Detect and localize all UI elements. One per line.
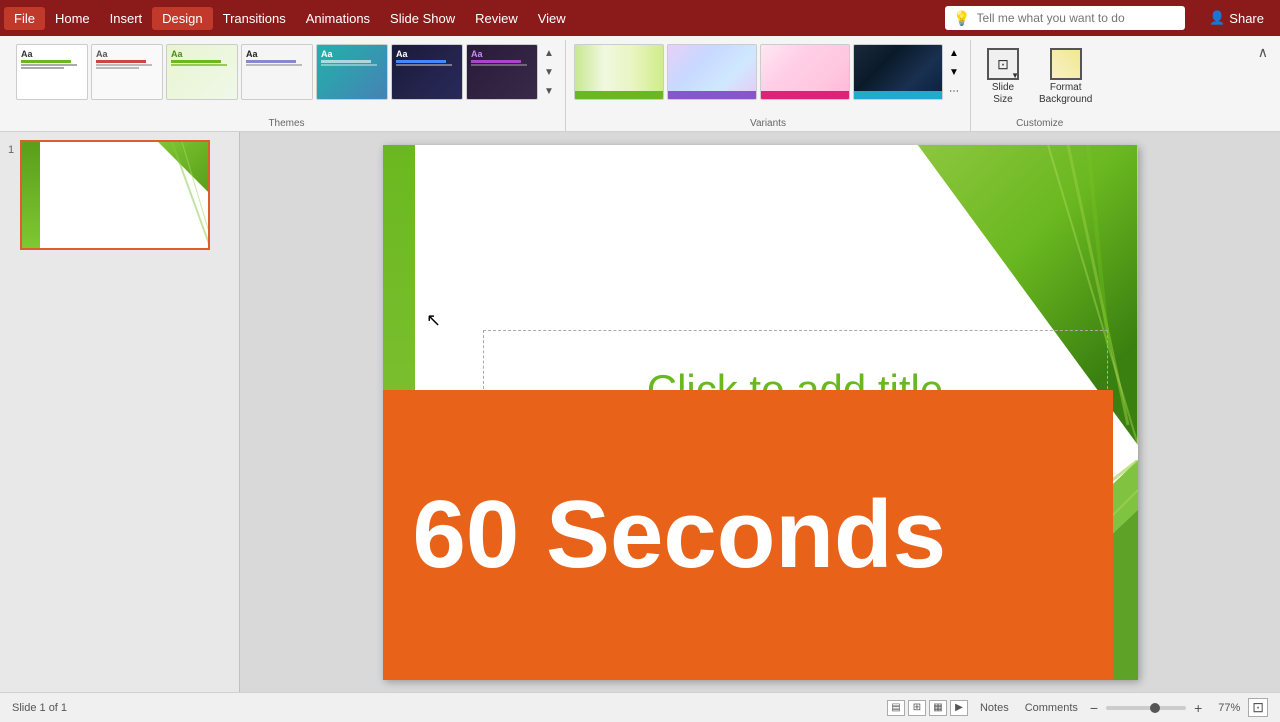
- slide-size-icon: ⊡: [997, 56, 1009, 73]
- theme-item-6[interactable]: Aa: [391, 44, 463, 100]
- ribbon-collapse-button[interactable]: ∧: [1254, 40, 1272, 66]
- zoom-out-button[interactable]: −: [1090, 700, 1098, 716]
- ribbon-tabs: Aa Aa: [0, 36, 1280, 132]
- slide-thumb-container: 1: [8, 140, 231, 250]
- share-button[interactable]: 👤 Share: [1197, 6, 1276, 30]
- variants-group: ▲ ▼ ⋯ Variants: [566, 40, 971, 131]
- canvas-area: Click to add title subtitle 60 Seconds ↖: [240, 132, 1280, 692]
- search-input[interactable]: [977, 11, 1178, 25]
- search-bar[interactable]: 💡: [945, 6, 1185, 30]
- slide-info: Slide 1 of 1: [12, 702, 67, 714]
- zoom-level[interactable]: 77%: [1210, 702, 1240, 714]
- theme-item-2[interactable]: Aa: [91, 44, 163, 100]
- variant-item-2[interactable]: [667, 44, 757, 100]
- slide-number: 1: [8, 140, 14, 156]
- normal-view-button[interactable]: ▤: [887, 700, 905, 716]
- menu-view[interactable]: View: [528, 7, 576, 30]
- slide-canvas[interactable]: Click to add title subtitle 60 Seconds: [383, 145, 1138, 680]
- slide-size-button[interactable]: ⊡ ▼ SlideSize: [979, 44, 1027, 110]
- variants-scroll[interactable]: ▲ ▼ ⋯: [946, 44, 962, 100]
- menu-insert[interactable]: Insert: [100, 7, 153, 30]
- themes-scroll-down[interactable]: ▲ ▼ ▼: [541, 44, 557, 100]
- theme-item-3[interactable]: Aa: [166, 44, 238, 100]
- variants-label: Variants: [750, 114, 786, 129]
- zoom-in-button[interactable]: +: [1194, 700, 1202, 716]
- fit-slide-button[interactable]: ⊡: [1248, 698, 1268, 717]
- format-background-label: FormatBackground: [1039, 82, 1092, 106]
- menu-animations[interactable]: Animations: [296, 7, 380, 30]
- slide-thumb-inner: [22, 142, 208, 248]
- zoom-slider[interactable]: [1106, 706, 1186, 710]
- theme-item-office[interactable]: Aa: [16, 44, 88, 100]
- notes-button[interactable]: Notes: [976, 702, 1013, 714]
- zoom-slider-thumb[interactable]: [1150, 703, 1160, 713]
- menu-home[interactable]: Home: [45, 7, 100, 30]
- view-controls: ▤ ⊞ ▦ ▶: [887, 700, 968, 716]
- slide-size-label: SlideSize: [992, 82, 1014, 106]
- slide-panel: 1: [0, 132, 240, 692]
- status-bar: Slide 1 of 1 ▤ ⊞ ▦ ▶ Notes Comments − + …: [0, 692, 1280, 722]
- variant-item-3[interactable]: [760, 44, 850, 100]
- ribbon-container: File Home Insert Design Transitions Anim…: [0, 0, 1280, 132]
- menu-slideshow[interactable]: Slide Show: [380, 7, 465, 30]
- theme-item-5[interactable]: Aa: [316, 44, 388, 100]
- slide-sorter-button[interactable]: ⊞: [908, 700, 926, 716]
- orange-banner: 60 Seconds: [383, 390, 1113, 680]
- thumb-decoration-svg: [22, 142, 208, 248]
- person-icon: 👤: [1209, 10, 1225, 26]
- menu-transitions[interactable]: Transitions: [213, 7, 296, 30]
- menu-review[interactable]: Review: [465, 7, 528, 30]
- lightbulb-icon: 💡: [953, 10, 970, 27]
- comments-button[interactable]: Comments: [1021, 702, 1082, 714]
- share-label: Share: [1229, 11, 1264, 26]
- themes-group: Aa Aa: [8, 40, 566, 131]
- presentation-button[interactable]: ▶: [950, 700, 968, 716]
- menu-design[interactable]: Design: [152, 7, 212, 30]
- themes-label: Themes: [268, 114, 304, 129]
- theme-item-7[interactable]: Aa: [466, 44, 538, 100]
- format-bg-icon: [1052, 50, 1080, 78]
- reading-view-button[interactable]: ▦: [929, 700, 947, 716]
- format-background-button[interactable]: FormatBackground: [1031, 44, 1100, 110]
- customize-label: Customize: [1016, 114, 1063, 129]
- variant-item-1[interactable]: [574, 44, 664, 100]
- banner-text: 60 Seconds: [413, 480, 947, 590]
- theme-item-4[interactable]: Aa: [241, 44, 313, 100]
- menu-bar: File Home Insert Design Transitions Anim…: [0, 0, 1280, 36]
- menu-file[interactable]: File: [4, 7, 45, 30]
- variants-row: ▲ ▼ ⋯: [574, 44, 962, 100]
- themes-row: Aa Aa: [16, 44, 557, 100]
- slide-thumbnail[interactable]: [20, 140, 210, 250]
- chevron-up-icon: ∧: [1258, 44, 1268, 60]
- variant-item-4[interactable]: [853, 44, 943, 100]
- customize-group: ⊡ ▼ SlideSize FormatBackground Customize: [971, 40, 1108, 131]
- dropdown-arrow-icon: ▼: [1011, 71, 1019, 80]
- main-area: 1: [0, 132, 1280, 692]
